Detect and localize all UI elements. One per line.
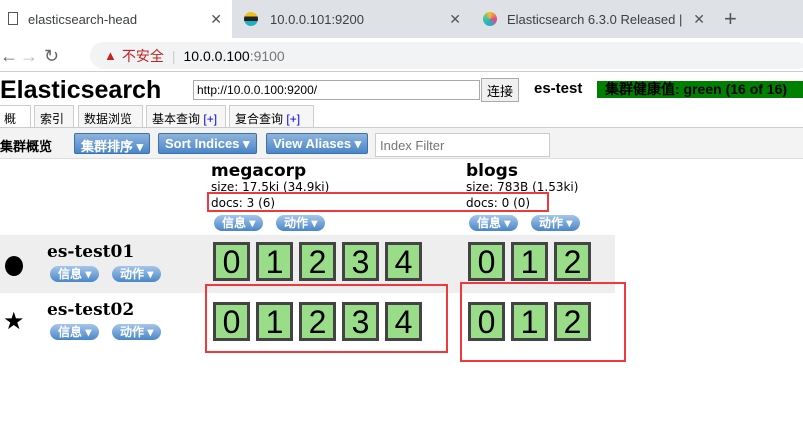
close-icon[interactable]: ✕: [449, 11, 461, 28]
node-name: es-test02: [47, 300, 135, 320]
app-title: Elasticsearch: [0, 76, 162, 104]
tab-overview[interactable]: 概览: [0, 105, 31, 143]
cluster-name: es-test: [534, 80, 583, 97]
browser-tab[interactable]: Elasticsearch 6.3.0 Released | E ✕: [475, 0, 715, 38]
index-action-button[interactable]: 动作 ▾: [276, 215, 326, 231]
tab-title: Elasticsearch 6.3.0 Released | E: [507, 11, 682, 27]
sort-indices-button[interactable]: Sort Indices ▾: [158, 133, 257, 154]
tab-plus: [+]: [203, 112, 218, 126]
security-label: 不安全: [121, 47, 164, 64]
master-node-icon: [5, 256, 23, 276]
highlight-box: [207, 192, 549, 212]
close-icon[interactable]: ✕: [210, 11, 222, 28]
index-info-button[interactable]: 信息 ▾: [214, 215, 264, 231]
sort-cluster-button[interactable]: 集群排序 ▾: [74, 133, 151, 154]
shard[interactable]: 4: [385, 242, 422, 281]
node-action-button[interactable]: 动作 ▾: [112, 324, 162, 340]
shard[interactable]: 2: [554, 242, 591, 281]
url-field[interactable]: ▲ 不安全 | 10.0.0.100:9100: [90, 42, 803, 69]
index-name: blogs: [466, 161, 518, 181]
star-node-icon: ★: [3, 308, 25, 335]
tab-label: 复合查询: [235, 112, 284, 126]
toolbar: 集群概览 集群排序 ▾ Sort Indices ▾ View Aliases …: [0, 127, 803, 159]
new-tab-icon[interactable]: +: [724, 6, 737, 32]
highlight-box: [205, 284, 448, 353]
warning-icon: ▲: [104, 48, 117, 63]
shard[interactable]: 0: [468, 242, 505, 281]
shard[interactable]: 1: [511, 242, 548, 281]
elastic-icon: [244, 12, 258, 26]
address-bar: ← → ↻ ▲ 不安全 | 10.0.0.100:9100: [0, 38, 803, 72]
file-icon: [8, 12, 18, 25]
tab-plus: [+]: [286, 112, 301, 126]
tab-indices[interactable]: 索引: [34, 105, 74, 128]
node-info-button[interactable]: 信息 ▾: [50, 324, 100, 340]
connect-button[interactable]: 连接: [481, 78, 520, 102]
tab-title: elasticsearch-head: [28, 11, 138, 27]
reload-icon[interactable]: ↻: [44, 46, 59, 67]
tab-compound-query[interactable]: 复合查询 [+]: [229, 105, 314, 128]
shard[interactable]: 2: [299, 242, 336, 281]
shard[interactable]: 3: [342, 242, 379, 281]
index-action-button[interactable]: 动作 ▾: [531, 215, 581, 231]
url-port: :9100: [249, 47, 285, 64]
tab-browser[interactable]: 数据浏览: [78, 105, 143, 128]
index-info-button[interactable]: 信息 ▾: [469, 215, 519, 231]
browser-tab[interactable]: 10.0.0.101:9200 ✕: [236, 0, 471, 38]
forward-icon[interactable]: →: [20, 46, 38, 67]
tab-basic-query[interactable]: 基本查询 [+]: [146, 105, 226, 128]
shard[interactable]: 0: [213, 242, 250, 281]
node-name: es-test01: [47, 242, 135, 262]
cluster-url-input[interactable]: [193, 80, 480, 100]
view-aliases-button[interactable]: View Aliases ▾: [266, 133, 369, 154]
tab-label: 基本查询: [152, 112, 201, 126]
node-action-button[interactable]: 动作 ▾: [112, 266, 162, 282]
highlight-box: [460, 282, 626, 362]
index-filter-input[interactable]: [375, 133, 550, 157]
url-host: 10.0.0.100: [183, 47, 250, 64]
toolbar-title: 集群概览: [0, 139, 53, 154]
back-icon[interactable]: ←: [0, 46, 18, 67]
close-icon[interactable]: ✕: [693, 11, 705, 28]
cluster-health-badge: 集群健康值: green (16 of 16): [597, 81, 803, 98]
shard[interactable]: 1: [256, 242, 293, 281]
node-info-button[interactable]: 信息 ▾: [50, 266, 100, 282]
tab-title: 10.0.0.101:9200: [270, 11, 364, 27]
browser-tab-bar: elasticsearch-head ✕ 10.0.0.101:9200 ✕ Ela…: [0, 0, 803, 38]
elastic-icon: [483, 12, 497, 26]
index-name: megacorp: [211, 161, 307, 181]
browser-tab[interactable]: elasticsearch-head ✕: [0, 0, 232, 38]
